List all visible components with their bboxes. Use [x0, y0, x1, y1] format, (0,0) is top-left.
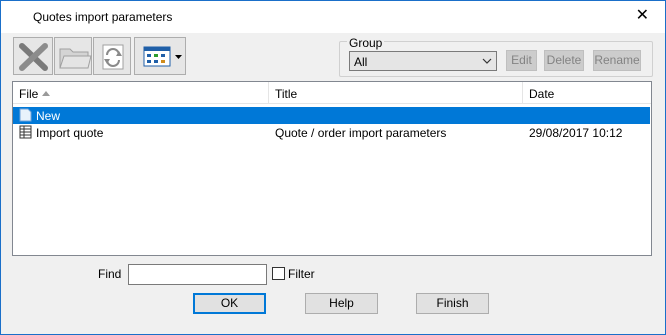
chevron-down-icon [175, 55, 182, 59]
list-row-date: 29/08/2017 10:12 [529, 126, 623, 140]
group-label: Group [347, 36, 385, 50]
edit-button[interactable]: Edit [506, 50, 537, 71]
sort-ascending-icon [42, 91, 50, 96]
find-input[interactable] [128, 264, 267, 285]
find-label: Find [98, 267, 122, 281]
rename-button[interactable]: Rename [593, 50, 641, 71]
open-folder-button[interactable] [54, 37, 92, 75]
chevron-down-icon [482, 58, 492, 64]
help-button[interactable]: Help [305, 293, 378, 314]
spreadsheet-icon [19, 125, 32, 139]
list-row-file: Import quote [36, 126, 104, 140]
column-header-file[interactable]: File [13, 82, 269, 104]
group-select[interactable]: All [349, 51, 497, 71]
refresh-button[interactable] [93, 37, 131, 75]
window-title: Quotes import parameters [33, 10, 173, 24]
file-list[interactable]: File Title Date New Import quote Quote /… [12, 81, 652, 256]
list-row-new[interactable]: New [13, 107, 650, 124]
delete-button[interactable] [13, 37, 53, 75]
view-mode-icon [143, 46, 182, 67]
close-icon[interactable]: ✕ [636, 7, 649, 23]
column-header-date-label: Date [529, 87, 555, 101]
filter-checkbox[interactable] [272, 267, 285, 280]
delete-group-button[interactable]: Delete [544, 50, 584, 71]
list-row-import-quote[interactable]: Import quote Quote / order import parame… [13, 124, 650, 141]
delete-x-icon [19, 43, 48, 71]
list-row-file: New [36, 109, 61, 123]
folder-icon [59, 48, 92, 69]
group-select-value: All [354, 55, 368, 69]
new-document-icon [19, 108, 32, 122]
ok-button[interactable]: OK [193, 293, 266, 314]
refresh-icon [102, 44, 124, 70]
view-mode-button[interactable] [134, 37, 186, 75]
column-header-title-label: Title [275, 87, 298, 101]
list-row-title: Quote / order import parameters [275, 126, 447, 140]
title-bar: Quotes import parameters ✕ [1, 1, 665, 33]
column-header-date[interactable]: Date [523, 82, 651, 104]
dialog-window: Quotes import parameters ✕ Group All Edi… [0, 0, 666, 335]
finish-button[interactable]: Finish [416, 293, 489, 314]
filter-label[interactable]: Filter [288, 267, 315, 281]
column-header-file-label: File [19, 87, 39, 101]
column-header-title[interactable]: Title [269, 82, 523, 104]
